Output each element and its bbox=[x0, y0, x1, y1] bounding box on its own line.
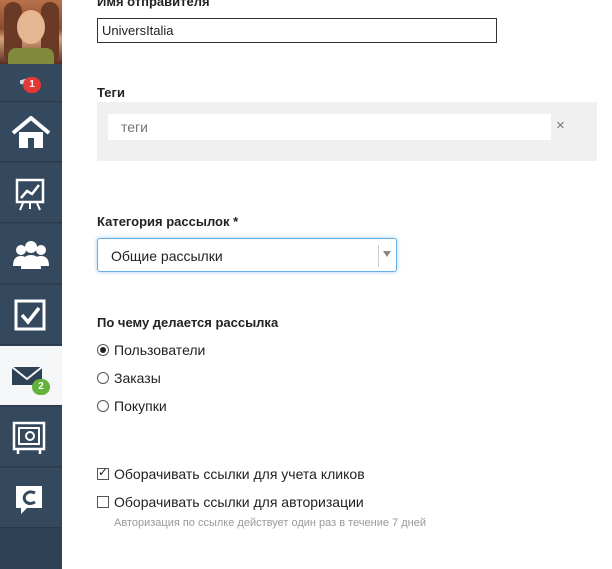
chart-icon bbox=[15, 178, 45, 211]
avatar[interactable] bbox=[0, 0, 62, 64]
wrap-links-auth-checkbox[interactable] bbox=[97, 496, 109, 508]
sidebar-item-users[interactable] bbox=[0, 224, 62, 284]
brand-logo-icon bbox=[16, 486, 42, 514]
category-selected-value: Общие рассылки bbox=[111, 248, 223, 264]
category-label: Категория рассылок * bbox=[97, 214, 239, 229]
wrap-links-clicks-checkbox[interactable] bbox=[97, 465, 109, 480]
radio-label: Заказы bbox=[114, 370, 161, 386]
sidebar-item-tasks[interactable] bbox=[0, 285, 62, 345]
clear-tags-icon[interactable]: × bbox=[556, 117, 565, 134]
sidebar: 1 2 bbox=[0, 0, 62, 569]
tags-label: Теги bbox=[97, 85, 125, 100]
dropdown-arrow-icon[interactable] bbox=[383, 251, 391, 257]
category-select[interactable]: Общие рассылки bbox=[97, 238, 397, 272]
notifications-button[interactable]: 1 bbox=[0, 64, 62, 102]
mailing-settings-form: Имя отправителя Теги × Категория рассыло… bbox=[62, 0, 612, 569]
radio-button[interactable] bbox=[97, 400, 109, 412]
sender-name-label: Имя отправителя bbox=[97, 0, 210, 9]
safe-icon bbox=[12, 421, 46, 454]
sidebar-item-logo[interactable] bbox=[0, 468, 62, 528]
home-icon bbox=[11, 116, 51, 148]
sender-name-input[interactable] bbox=[97, 18, 497, 43]
basis-label: По чему делается рассылка bbox=[97, 315, 279, 330]
users-icon bbox=[13, 241, 49, 269]
checkbox-label: Оборачивать ссылки для учета кликов bbox=[114, 466, 365, 482]
mail-badge: 2 bbox=[32, 379, 50, 395]
checkbox-icon bbox=[14, 299, 46, 331]
radio-button[interactable] bbox=[97, 344, 109, 356]
auth-hint-text: Авторизация по ссылке действует один раз… bbox=[114, 517, 426, 529]
radio-label: Покупки bbox=[114, 398, 167, 414]
notification-badge: 1 bbox=[23, 77, 41, 93]
sidebar-item-mail[interactable] bbox=[0, 346, 62, 406]
sidebar-item-safe[interactable] bbox=[0, 407, 62, 467]
sidebar-footer bbox=[0, 528, 62, 569]
sidebar-item-analytics[interactable] bbox=[0, 163, 62, 223]
sidebar-item-home[interactable] bbox=[0, 102, 62, 162]
radio-label: Пользователи bbox=[114, 342, 206, 358]
tags-input[interactable] bbox=[108, 114, 551, 140]
checkbox-label: Оборачивать ссылки для авторизации bbox=[114, 494, 364, 510]
radio-button[interactable] bbox=[97, 372, 109, 384]
tags-container: × bbox=[97, 102, 597, 161]
